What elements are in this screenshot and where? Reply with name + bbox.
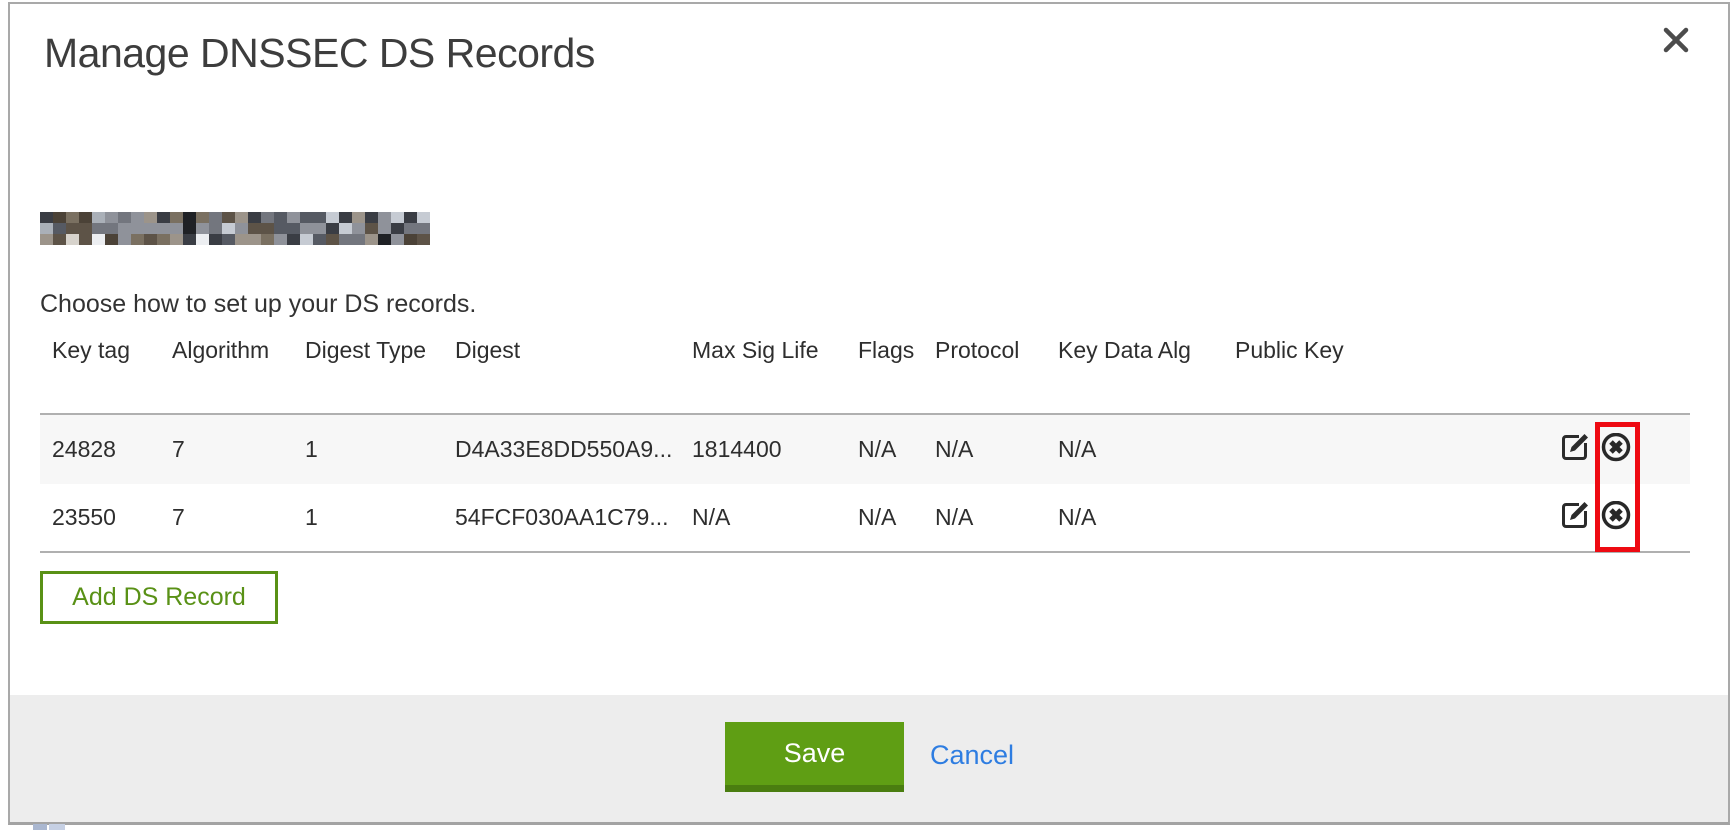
column-header-protocol: Protocol [923, 337, 1046, 364]
column-header-flags: Flags [846, 337, 923, 364]
cell-protocol: N/A [923, 436, 1046, 463]
background-page-fragment [49, 824, 65, 830]
ds-records-table: Key tag Algorithm Digest Type Digest Max… [40, 332, 1690, 553]
delete-record-button[interactable] [1599, 433, 1632, 466]
row-actions [1473, 501, 1690, 534]
edit-record-button[interactable] [1559, 433, 1592, 466]
cell-key-tag: 24828 [40, 436, 160, 463]
add-ds-record-button[interactable]: Add DS Record [40, 571, 278, 624]
close-button[interactable] [1658, 24, 1694, 60]
column-header-public-key: Public Key [1223, 337, 1473, 364]
column-header-digest: Digest [443, 337, 680, 364]
background-page-fragment [33, 824, 47, 830]
cell-max-sig-life: N/A [680, 504, 846, 531]
delete-record-button[interactable] [1599, 501, 1632, 534]
cell-digest: D4A33E8DD550A9... [443, 436, 680, 463]
pencil-square-icon [1559, 501, 1592, 534]
column-header-key-tag: Key tag [40, 337, 160, 364]
close-icon [1659, 23, 1693, 62]
column-header-algorithm: Algorithm [160, 337, 293, 364]
table-header-row: Key tag Algorithm Digest Type Digest Max… [40, 332, 1690, 415]
page-title: Manage DNSSEC DS Records [44, 30, 595, 77]
column-header-digest-type: Digest Type [293, 337, 443, 364]
row-actions [1473, 433, 1690, 466]
cell-key-tag: 23550 [40, 504, 160, 531]
cancel-link[interactable]: Cancel [930, 740, 1014, 771]
cell-digest: 54FCF030AA1C79... [443, 504, 680, 531]
edit-record-button[interactable] [1559, 501, 1592, 534]
cell-key-data-alg: N/A [1046, 436, 1223, 463]
instruction-text: Choose how to set up your DS records. [40, 290, 476, 319]
cell-protocol: N/A [923, 504, 1046, 531]
column-header-key-data-alg: Key Data Alg [1046, 337, 1223, 364]
table-row: 24828 7 1 D4A33E8DD550A9... 1814400 N/A … [40, 415, 1690, 484]
cell-algorithm: 7 [160, 436, 293, 463]
x-circle-icon [1599, 501, 1633, 534]
save-button[interactable]: Save [725, 722, 904, 792]
column-header-max-sig-life: Max Sig Life [680, 337, 846, 364]
cell-digest-type: 1 [293, 436, 443, 463]
cell-digest-type: 1 [293, 504, 443, 531]
cell-flags: N/A [846, 436, 923, 463]
table-row: 23550 7 1 54FCF030AA1C79... N/A N/A N/A … [40, 484, 1690, 553]
cell-max-sig-life: 1814400 [680, 436, 846, 463]
domain-name-redacted [40, 212, 430, 245]
cell-flags: N/A [846, 504, 923, 531]
x-circle-icon [1599, 433, 1633, 466]
pencil-square-icon [1559, 433, 1592, 466]
cell-key-data-alg: N/A [1046, 504, 1223, 531]
cell-algorithm: 7 [160, 504, 293, 531]
